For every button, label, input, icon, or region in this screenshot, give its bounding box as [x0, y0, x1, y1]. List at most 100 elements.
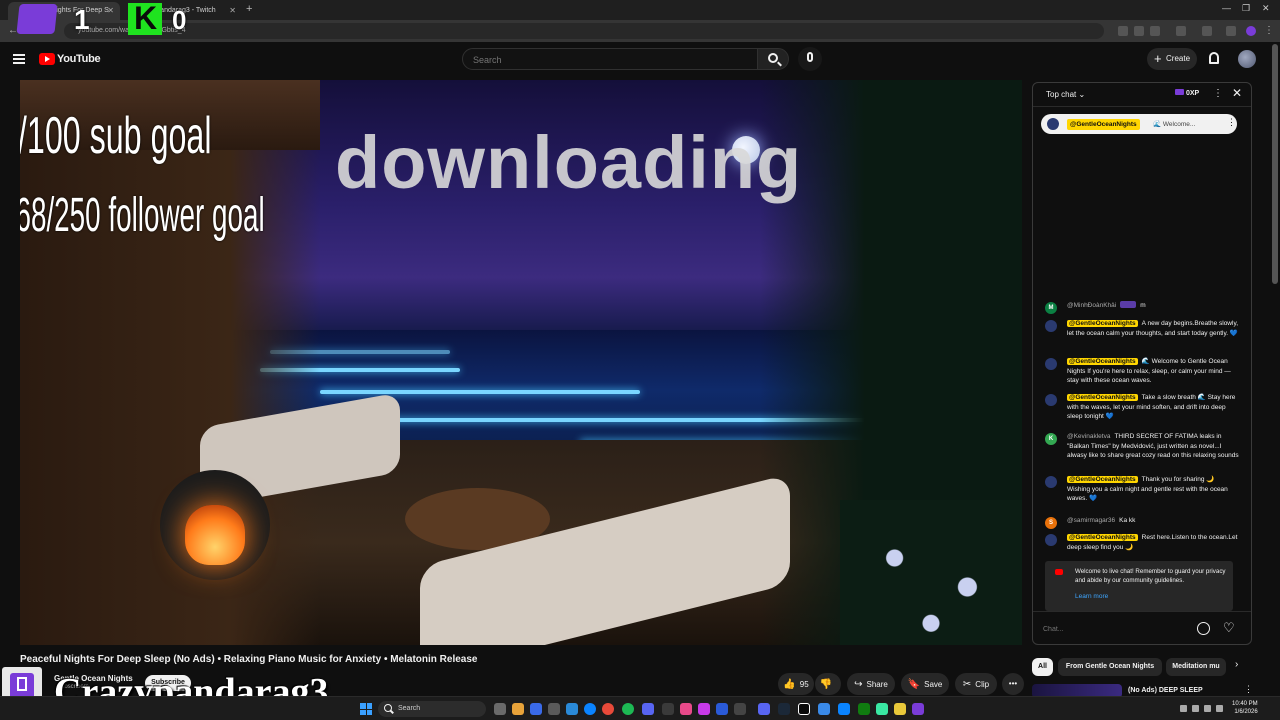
volume-icon[interactable] — [1204, 705, 1211, 712]
extension-icon[interactable] — [1118, 26, 1128, 36]
chip-meditation[interactable]: Meditation mu — [1166, 658, 1226, 676]
app-icon[interactable] — [838, 703, 850, 715]
app-icon[interactable] — [894, 703, 906, 715]
address-bar[interactable]: youtube.com/watch?v=...f4Gbtis_4 — [64, 23, 1104, 39]
app-icon[interactable] — [734, 703, 746, 715]
windows-start-icon[interactable] — [360, 703, 372, 715]
app-icon[interactable] — [584, 703, 596, 715]
chat-input[interactable] — [1043, 622, 1193, 636]
battery-icon[interactable] — [1216, 705, 1223, 712]
close-tab-icon[interactable]: ✕ — [229, 6, 236, 15]
notifications-bell-icon[interactable] — [1209, 52, 1219, 64]
pinned-menu-icon[interactable]: ⋮ — [1227, 117, 1236, 128]
profile-icon[interactable] — [1246, 26, 1256, 36]
app-icon[interactable] — [662, 703, 674, 715]
pinned-author: @GentleOceanNights — [1067, 119, 1140, 130]
thumbs-up-icon: 👍 — [783, 679, 796, 690]
xp-badge[interactable]: 0XP — [1175, 89, 1201, 101]
learn-more-link[interactable]: Learn more — [1075, 593, 1108, 600]
spotify-icon[interactable] — [622, 703, 634, 715]
page-scrollbar[interactable] — [1272, 44, 1278, 284]
task-view-icon[interactable] — [494, 703, 506, 715]
browser-menu-icon[interactable]: ⋮ — [1264, 25, 1274, 36]
search-input[interactable] — [473, 53, 743, 67]
chat-author[interactable]: @GentleOceanNights — [1067, 476, 1138, 483]
save-button[interactable]: 🔖 Save — [901, 673, 949, 695]
voice-search-button[interactable] — [798, 47, 822, 71]
emoji-icon[interactable] — [1197, 622, 1210, 635]
clip-button[interactable]: ✂ Clip — [955, 673, 997, 695]
steam-icon[interactable] — [778, 703, 790, 715]
account-avatar[interactable] — [1238, 50, 1256, 68]
dislike-button[interactable]: 👎 — [815, 673, 841, 695]
scissors-icon: ✂ — [962, 679, 972, 690]
clock[interactable]: 10:40 PM 1/6/2026 — [1232, 700, 1258, 716]
chat-author[interactable]: @GentleOceanNights — [1067, 320, 1138, 327]
file-explorer-icon[interactable] — [512, 703, 524, 715]
kick-icon[interactable] — [798, 703, 810, 715]
clip-label: Clip — [975, 680, 990, 689]
chat-author[interactable]: @MinhĐoànKhải — [1067, 302, 1116, 309]
more-actions-button[interactable]: ••• — [1002, 673, 1024, 695]
chat-author[interactable]: @GentleOceanNights — [1067, 534, 1138, 541]
pinned-message[interactable]: @GentleOceanNights 🌊 Welcome... ⋮ — [1041, 114, 1237, 134]
download-icon[interactable] — [1226, 26, 1236, 36]
chrome-icon[interactable] — [602, 703, 614, 715]
create-button[interactable]: + Create — [1147, 48, 1197, 70]
heart-icon[interactable]: ♡ — [1223, 620, 1235, 636]
app-icon[interactable] — [680, 703, 692, 715]
chat-author[interactable]: @GentleOceanNights — [1067, 394, 1138, 401]
tray-chevron-icon[interactable] — [1180, 705, 1187, 712]
chat-author[interactable]: @Kevinakletva — [1067, 433, 1110, 440]
taskbar-search[interactable]: Search — [378, 701, 486, 717]
video-player[interactable]: 0/100 sub goal 168/250 follower goal dow… — [20, 80, 1022, 645]
network-icon[interactable] — [1192, 705, 1199, 712]
zoom-icon[interactable] — [1134, 26, 1144, 36]
avatar — [1045, 358, 1057, 370]
search-box[interactable] — [462, 48, 758, 70]
new-tab-button[interactable]: + — [246, 3, 252, 15]
chip-all[interactable]: All — [1032, 658, 1053, 676]
app-icon[interactable] — [818, 703, 830, 715]
extensions-icon[interactable] — [1176, 26, 1186, 36]
chat-author[interactable]: @samirmagar36 — [1067, 517, 1115, 524]
app-icon[interactable] — [876, 703, 888, 715]
like-button[interactable]: 👍 95 — [778, 673, 814, 695]
app-icon[interactable] — [758, 703, 770, 715]
pinned-text: 🌊 Welcome... — [1153, 121, 1196, 128]
chip-from-channel[interactable]: From Gentle Ocean Nights — [1058, 658, 1162, 676]
clock-date: 1/6/2026 — [1234, 709, 1258, 715]
xbox-icon[interactable] — [858, 703, 870, 715]
close-tab-icon[interactable]: ✕ — [107, 6, 114, 15]
app-icon[interactable] — [548, 703, 560, 715]
close-chat-icon[interactable]: ✕ — [1232, 86, 1242, 100]
youtube-logo-icon[interactable] — [39, 53, 55, 65]
app-icon[interactable] — [698, 703, 710, 715]
sub-goal-overlay: 0/100 sub goal — [20, 107, 212, 165]
close-window-icon[interactable]: ✕ — [1262, 3, 1270, 14]
recommended-title[interactable]: (No Ads) DEEP SLEEP — [1128, 687, 1203, 694]
recommended-menu-icon[interactable]: ⋮ — [1244, 684, 1253, 695]
search-button[interactable] — [757, 48, 789, 70]
app-icon[interactable] — [716, 703, 728, 715]
discord-icon[interactable] — [642, 703, 654, 715]
share-button[interactable]: ↪ Share — [847, 673, 895, 695]
twitch-icon[interactable] — [912, 703, 924, 715]
bookmark-icon[interactable] — [1150, 26, 1160, 36]
maximize-icon[interactable]: ❐ — [1242, 3, 1250, 14]
chat-welcome-notice: Welcome to live chat! Remember to guard … — [1045, 561, 1233, 611]
hamburger-menu-icon[interactable] — [13, 54, 25, 64]
chat-text: Ka kk — [1119, 517, 1136, 524]
chat-author[interactable]: @GentleOceanNights — [1067, 358, 1138, 365]
minimize-icon[interactable]: — — [1222, 3, 1231, 13]
chat-more-icon[interactable]: ⋮ — [1213, 88, 1223, 99]
sidebar-icon[interactable] — [1202, 26, 1212, 36]
clock-time: 10:40 PM — [1232, 701, 1258, 707]
app-icon[interactable] — [530, 703, 542, 715]
edge-icon[interactable] — [566, 703, 578, 715]
chevron-right-icon[interactable]: › — [1235, 659, 1238, 670]
chat-mode-selector[interactable]: Top chat ⌄ — [1046, 90, 1085, 99]
youtube-wordmark[interactable]: YouTube — [57, 53, 101, 65]
thumbs-down-icon: 👎 — [819, 679, 833, 690]
bookmark-icon: 🔖 — [907, 679, 921, 690]
